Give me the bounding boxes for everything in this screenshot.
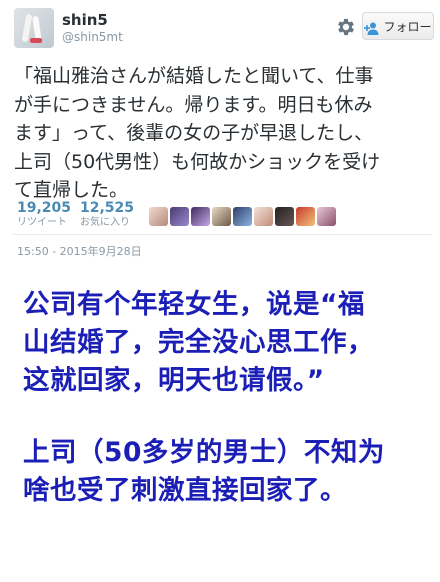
translation-line: 公司有个年轻女生，说是“福	[23, 289, 365, 320]
liker-avatar[interactable]	[191, 207, 210, 226]
like-label: お気に入り	[80, 217, 130, 228]
tweet-line: 「福山雅治さんが結婚したと聞いて、仕事	[14, 65, 374, 87]
retweet-label: リツイート	[17, 217, 67, 228]
translation-paragraph-2: 上司（50多岁的男士）不知为 啥也受了刺激直接回家了。	[23, 434, 433, 510]
liker-avatar[interactable]	[296, 207, 315, 226]
translation-line: 山结婚了，完全没心思工作，	[23, 327, 374, 358]
liker-avatar[interactable]	[233, 207, 252, 226]
like-stat[interactable]: 12,525 お気に入り	[80, 200, 134, 229]
liker-avatar[interactable]	[317, 207, 336, 226]
liker-avatar[interactable]	[212, 207, 231, 226]
liker-avatar[interactable]	[149, 207, 168, 226]
follow-user-icon	[364, 20, 379, 35]
tweet-line: ます」って、後輩の女の子が早退したし、	[14, 122, 374, 144]
tweet-line: て直帰した。	[14, 179, 129, 201]
liker-avatars	[149, 207, 336, 226]
tweet-line: 上司（50代男性）も何故かショックを受け	[14, 150, 381, 173]
translation-paragraph-1: 公司有个年轻女生，说是“福 山结婚了，完全没心思工作， 这就回家，明天也请假。”	[23, 286, 433, 400]
translation-line: 这就回家，明天也请假。”	[23, 365, 325, 396]
divider	[12, 234, 432, 235]
tweet-line: が手につきません。帰ります。明日も休み	[14, 93, 373, 116]
translation-line: 上司（50多岁的男士）不知为	[23, 437, 385, 468]
like-count: 12,525	[80, 200, 135, 216]
follow-button[interactable]: フォロー	[362, 12, 434, 40]
gear-icon[interactable]	[335, 16, 357, 38]
liker-avatar[interactable]	[254, 207, 273, 226]
user-name[interactable]: shin5	[62, 11, 108, 29]
avatar-art	[30, 38, 42, 43]
translation-line: 啥也受了刺激直接回家了。	[23, 475, 347, 506]
follow-button-label: フォロー	[383, 19, 432, 34]
avatar[interactable]	[14, 8, 54, 48]
retweet-count: 19,205	[17, 200, 72, 216]
retweet-stat[interactable]: 19,205 リツイート	[17, 200, 71, 229]
user-handle[interactable]: @shin5mt	[62, 30, 123, 44]
tweet-timestamp[interactable]: 15:50 - 2015年9月28日	[17, 243, 142, 259]
liker-avatar[interactable]	[170, 207, 189, 226]
tweet-text: 「福山雅治さんが結婚したと聞いて、仕事 が手につきません。帰ります。明日も休み …	[14, 62, 430, 205]
liker-avatar[interactable]	[275, 207, 294, 226]
